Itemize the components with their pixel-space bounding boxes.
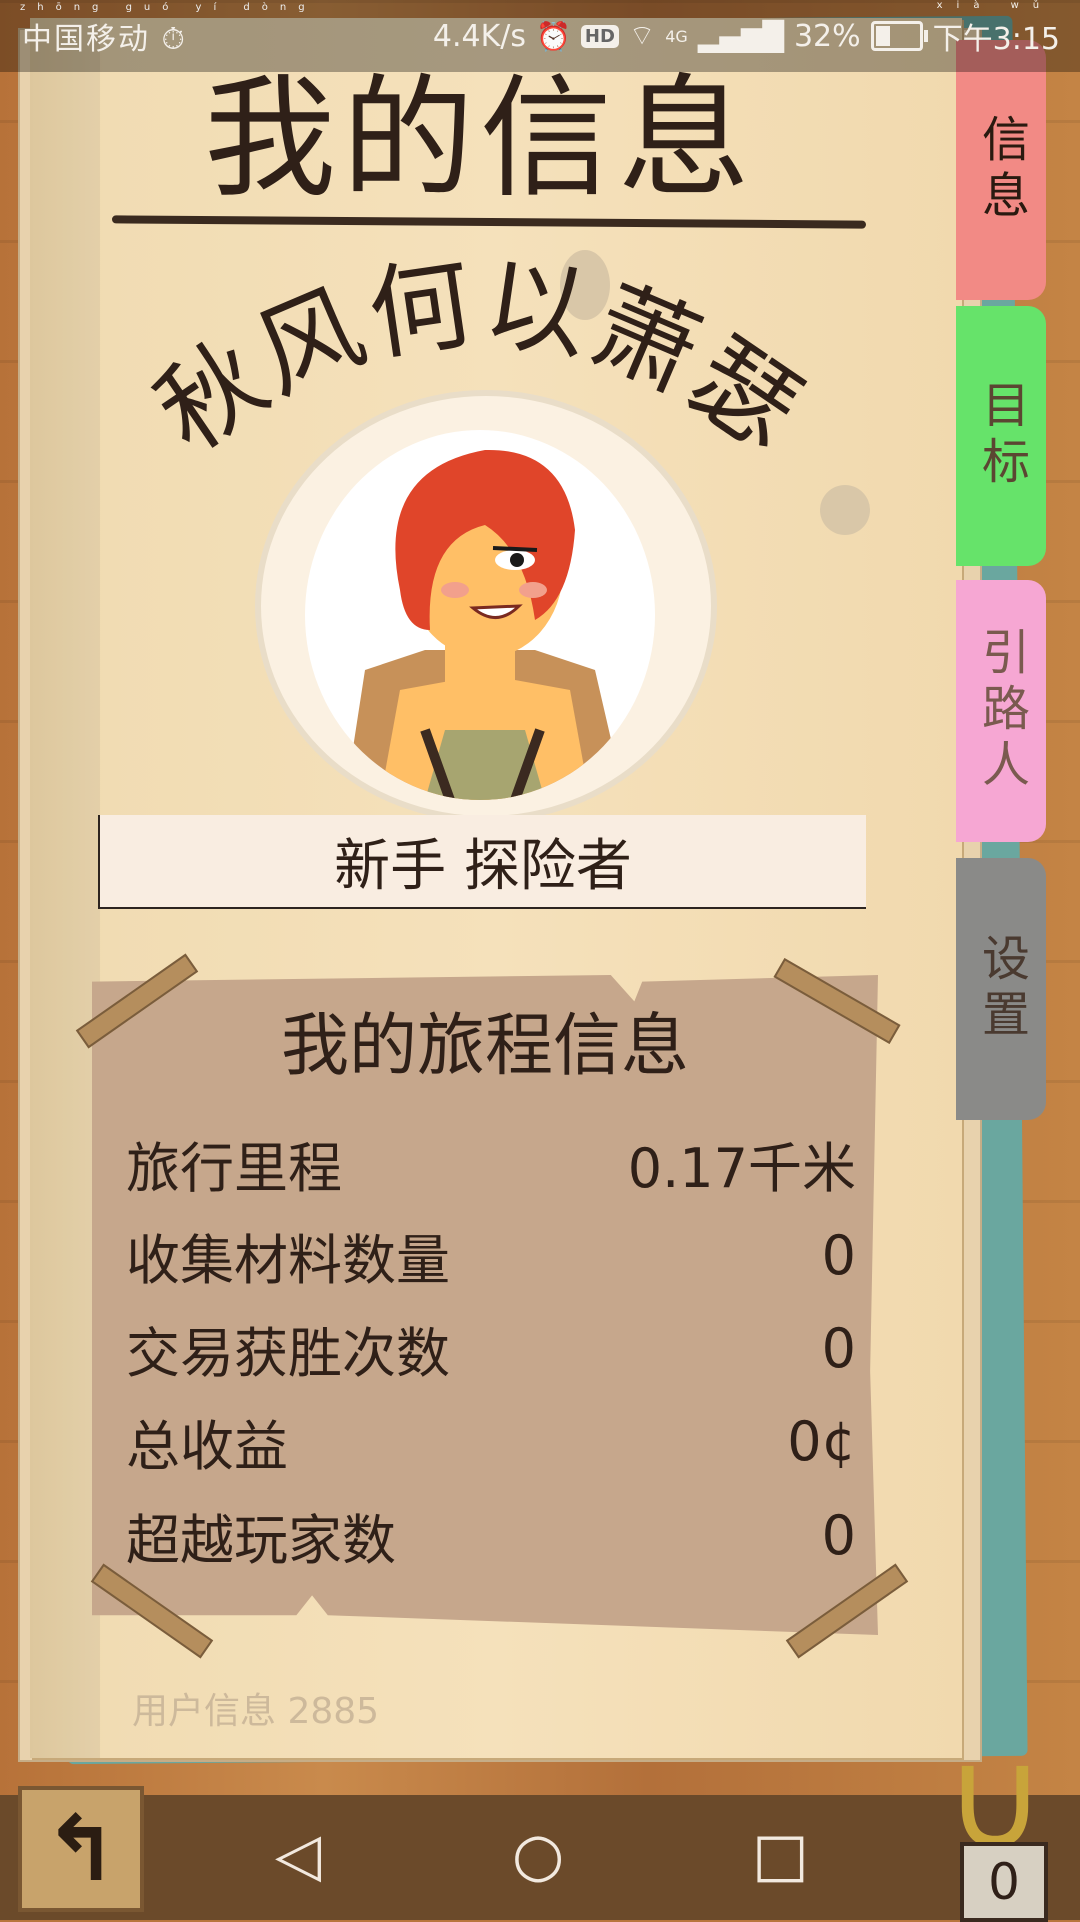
status-bar: zhōng guó yí dòng 中国移动 ⏱ 4.4K/s ⏰ HD ⌔ 4… xyxy=(0,0,1080,72)
stat-value: 0 xyxy=(821,1503,856,1567)
avatar-portrait xyxy=(345,449,625,800)
battery-icon xyxy=(870,21,928,51)
signal-icon: ▂▄▆█ xyxy=(697,19,784,53)
page-spine xyxy=(30,18,100,1758)
stat-label: 总收益 xyxy=(126,1414,288,1478)
nav-home-icon[interactable]: ○ xyxy=(512,1820,564,1890)
clock: xià wǔ 下午3:15 xyxy=(932,0,1060,58)
nav-recent-icon[interactable]: □ xyxy=(752,1820,809,1890)
user-id-text: 用户信息 2885 xyxy=(132,1691,380,1732)
tab-settings-label: 设置 xyxy=(973,933,1029,1045)
journey-title: 我的旅程信息 xyxy=(280,1007,689,1086)
tab-settings[interactable]: 设置 xyxy=(956,858,1046,1120)
stat-label: 旅行里程 xyxy=(126,1136,342,1200)
stat-label: 交易获胜次数 xyxy=(126,1321,450,1385)
wifi-icon: ⌔ xyxy=(628,18,656,52)
stat-value: 0.17千米 xyxy=(627,1136,856,1200)
stat-label: 超越玩家数 xyxy=(126,1508,396,1572)
tab-guide[interactable]: 引路人 xyxy=(956,580,1046,842)
clock-time: 下午3:15 xyxy=(932,22,1060,57)
nav-back-icon[interactable]: ◁ xyxy=(275,1820,321,1890)
timer-icon: ⏱ xyxy=(161,22,187,57)
coin-count: 0 xyxy=(960,1842,1048,1922)
alarm-icon: ⏰ xyxy=(536,19,571,53)
network-type: 4G xyxy=(665,26,688,46)
stat-value: 0 xyxy=(821,1223,856,1287)
rank-label: 新手 探险者 xyxy=(334,833,632,899)
rank-banner: 新手 探险者 xyxy=(98,815,866,909)
tab-goals-label: 目标 xyxy=(973,380,1029,492)
carrier-name: 中国移动 xyxy=(22,22,150,57)
time-pinyin: xià wǔ xyxy=(936,0,1054,11)
stat-value: 0 xyxy=(821,1316,856,1380)
stat-row-trades: 交易获胜次数 0 xyxy=(126,1313,856,1385)
stat-row-distance: 旅行里程 0.17千米 xyxy=(126,1128,856,1200)
coin-count-value: 0 xyxy=(988,1853,1020,1911)
net-speed: 4.4K/s xyxy=(432,18,526,54)
tab-goals[interactable]: 目标 xyxy=(956,306,1046,566)
status-right: 4.4K/s ⏰ HD ⌔ 4G ▂▄▆█ 32% xià wǔ 下午3:15 xyxy=(432,0,1060,58)
carrier-pinyin: zhōng guó yí dòng xyxy=(20,2,317,13)
undo-arrow-icon: ↰ xyxy=(43,1796,119,1902)
avatar[interactable] xyxy=(305,430,655,800)
carrier-label: 中国移动 ⏱ xyxy=(22,14,187,58)
stat-row-materials: 收集材料数量 0 xyxy=(126,1220,856,1292)
tab-info-label: 信息 xyxy=(973,114,1029,226)
stat-value: 0¢ xyxy=(787,1409,856,1473)
hd-icon: HD xyxy=(580,24,619,48)
stat-row-players-passed: 超越玩家数 0 xyxy=(126,1500,856,1572)
back-button[interactable]: ↰ xyxy=(18,1786,144,1912)
tab-info[interactable]: 信息 xyxy=(956,40,1046,300)
stat-row-earnings: 总收益 0¢ xyxy=(126,1406,856,1478)
tab-guide-label: 引路人 xyxy=(973,627,1029,795)
battery-percent: 32% xyxy=(793,18,861,54)
stat-label: 收集材料数量 xyxy=(126,1228,450,1292)
